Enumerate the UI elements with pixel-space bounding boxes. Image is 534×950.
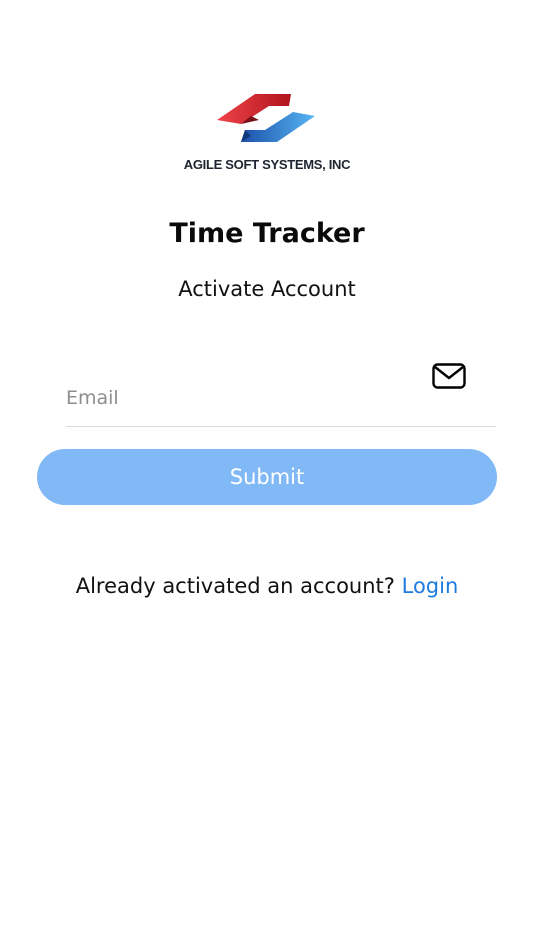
login-prompt-row: Already activated an account? Login xyxy=(0,574,534,598)
company-logo-mark xyxy=(217,94,315,142)
app-title: Time Tracker xyxy=(169,218,365,249)
login-link[interactable]: Login xyxy=(402,574,459,598)
mail-icon xyxy=(432,363,466,389)
email-input[interactable] xyxy=(66,382,416,414)
activate-account-screen: AGILE SOFT SYSTEMS, INC Time Tracker Act… xyxy=(0,0,534,950)
submit-button[interactable]: Submit xyxy=(37,449,497,505)
email-field xyxy=(66,363,496,427)
login-prompt-text: Already activated an account? xyxy=(75,574,395,598)
page-subtitle: Activate Account xyxy=(178,277,356,301)
company-logo: AGILE SOFT SYSTEMS, INC xyxy=(167,84,367,180)
company-name: AGILE SOFT SYSTEMS, INC xyxy=(183,157,351,172)
